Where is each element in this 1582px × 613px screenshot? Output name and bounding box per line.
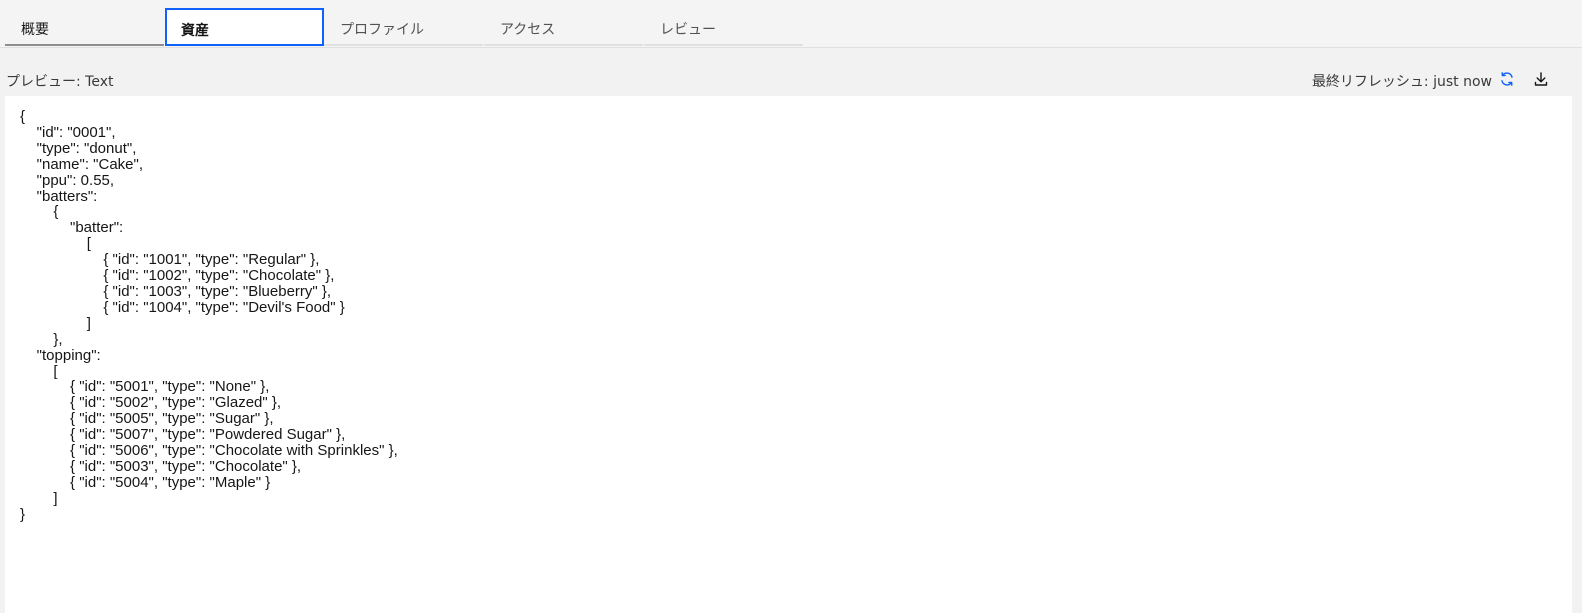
tab-assets[interactable]: 資産 (165, 8, 324, 46)
preview-content-panel[interactable]: { "id": "0001", "type": "donut", "name":… (5, 96, 1572, 613)
tab-bar: 概要 資産 プロファイル アクセス レビュー (0, 0, 1582, 48)
tab-label: レビュー (660, 22, 716, 38)
tab-label: 概要 (21, 22, 49, 38)
refresh-icon (1501, 72, 1513, 86)
tab-overview[interactable]: 概要 (5, 8, 164, 46)
tab-profile[interactable]: プロファイル (324, 8, 483, 46)
tab-access[interactable]: アクセス (484, 8, 643, 46)
last-refresh-label: 最終リフレッシュ: just now (1311, 74, 1492, 90)
tab-label: 資産 (181, 23, 209, 39)
refresh-button[interactable] (1496, 68, 1518, 90)
download-button[interactable] (1530, 68, 1552, 90)
tab-label: アクセス (500, 22, 556, 38)
tab-label: プロファイル (340, 22, 424, 38)
preview-toolbar: プレビュー: Text 最終リフレッシュ: just now (0, 48, 1582, 96)
json-preview-text: { "id": "0001", "type": "donut", "name":… (20, 108, 398, 523)
tab-review[interactable]: レビュー (644, 8, 803, 46)
download-icon (1534, 72, 1548, 86)
preview-type-label: プレビュー: Text (6, 74, 114, 90)
